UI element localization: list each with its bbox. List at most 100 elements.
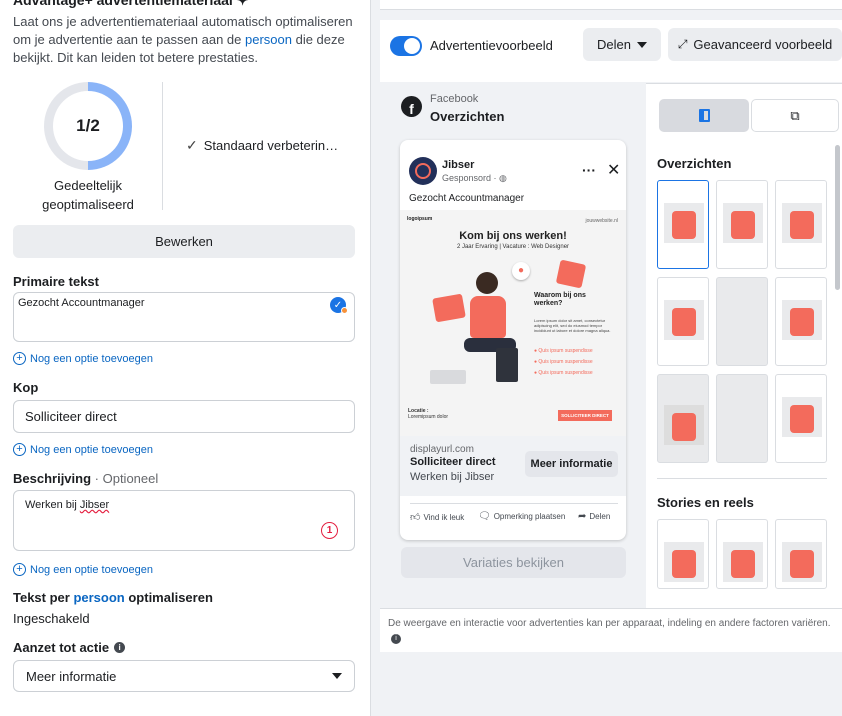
view-variations-button[interactable]: Variaties bekijken [401, 547, 626, 578]
add-primary-text-option[interactable]: + Nog een optie toevoegen [13, 352, 153, 365]
headline-field[interactable]: Solliciteer direct [13, 400, 355, 433]
stories-section-title: Stories en reels [657, 495, 754, 510]
section-title: Advantage+ advertentiemateriaal ✦ [13, 0, 249, 8]
preview-footer: De weergave en interactie voor advertent… [380, 608, 842, 652]
view-toggle-feed[interactable] [659, 99, 749, 132]
add-option-label: Nog een optie toevoegen [30, 563, 153, 576]
description-label: Beschrijving · Optioneel [13, 471, 158, 486]
thumbnail-story-3[interactable] [775, 519, 827, 589]
thumbnail-story-1[interactable] [657, 519, 709, 589]
globe-icon: ◍ [499, 173, 507, 183]
standard-enhancements[interactable]: ✓ Standaard verbeterin… [186, 137, 338, 154]
text-per-person-label-end: optimaliseren [124, 590, 213, 605]
creative-location: Locatie : Loremipsum dolor [408, 408, 448, 420]
top-strip [380, 0, 842, 10]
progress-value: 1/2 [76, 116, 100, 135]
thumbnail-feed-1[interactable] [657, 180, 709, 269]
ad-creative-image[interactable]: logoipsum jouwwebsite.nl Kom bij ons wer… [400, 210, 626, 436]
persoon-link[interactable]: persoon [73, 590, 124, 605]
view-toggle-add[interactable]: ⧉ [751, 99, 839, 132]
description-field[interactable]: Werken bij Jibser 1 [13, 490, 355, 551]
brand-avatar[interactable] [409, 157, 437, 185]
misspelled-word: Jibser [79, 499, 110, 511]
status-dot [341, 307, 348, 314]
comment-label: Opmerking plaatsen [493, 512, 566, 521]
progress-label: Gedeeltelijk geoptimaliseerd [42, 178, 134, 212]
creative-bullet: ● Quis ipsum suspendisse [534, 370, 593, 376]
headline-value: Solliciteer direct [25, 409, 117, 424]
comment-action[interactable]: 🗨︎ Opmerking plaatsen [478, 511, 565, 522]
description-value-text: Werken bij [25, 499, 80, 511]
thumbnail-feed-6[interactable] [775, 277, 827, 366]
thumbnail-feed-8[interactable] [716, 374, 768, 463]
note-shape [555, 259, 587, 289]
learn-more-button[interactable]: Meer informatie [525, 451, 618, 477]
expand-icon: ⤢ [677, 37, 688, 51]
info-icon[interactable]: i [391, 634, 401, 644]
feeds-section-title: Overzichten [657, 156, 732, 171]
plus-icon: + [13, 563, 26, 576]
divider [657, 478, 827, 479]
image-card-shape [432, 293, 466, 323]
thumbnail-feed-3[interactable] [775, 180, 827, 269]
display-url: displayurl.com [410, 444, 474, 455]
edit-button[interactable]: Bewerken [13, 225, 355, 258]
optional-tag: · Optioneel [94, 471, 159, 486]
warning-count-badge[interactable]: 1 [321, 522, 338, 539]
thumbnail-feed-9[interactable] [775, 374, 827, 463]
add-headline-option[interactable]: + Nog een optie toevoegen [13, 443, 153, 456]
thumbnail-feed-5[interactable] [716, 277, 768, 366]
text-per-person-label: Tekst per persoon optimaliseren [13, 590, 213, 605]
share-action[interactable]: ➦ Delen [578, 511, 610, 522]
brand-name[interactable]: Jibser [442, 159, 474, 171]
add-option-label: Nog een optie toevoegen [30, 352, 153, 365]
plus-icon: + [13, 352, 26, 365]
creative-question: Waarom bij ons werken? [534, 292, 586, 307]
close-icon[interactable]: ✕ [607, 160, 620, 180]
creative-bullet-text: Quis ipsum suspendisse [538, 348, 593, 354]
share-label: Delen [589, 512, 611, 521]
like-label: Vind ik leuk [423, 512, 465, 522]
person-shirt [470, 296, 506, 338]
creative-body: Lorem ipsum dolor sit amet, consectetur … [534, 318, 611, 333]
primary-text-field[interactable]: Gezocht Accountmanager ✓ [13, 292, 355, 342]
left-panel: Advantage+ advertentiemateriaal ✦ Laat o… [0, 0, 370, 716]
like-action[interactable]: 👍︎ Vind ik leuk [410, 511, 464, 523]
advanced-preview-button[interactable]: ⤢ Geavanceerd voorbeeld [668, 28, 842, 61]
cta-label-text: Aanzet tot actie [13, 640, 110, 655]
ad-headline: Solliciteer direct [410, 456, 496, 468]
section-description: Laat ons je advertentiemateriaal automat… [13, 13, 358, 67]
creative-cta: SOLLICITEER DIRECT [558, 410, 612, 421]
creative-location-value: Loremipsum dolor [408, 414, 449, 420]
chevron-down-icon [636, 41, 647, 48]
books-shape [430, 370, 466, 384]
thumbnail-feed-7[interactable] [657, 374, 709, 463]
share-icon: ➦ [578, 511, 587, 522]
creative-bullet: ● Quis ipsum suspendisse [534, 348, 593, 354]
text-per-person-status: Ingeschakeld [13, 611, 90, 626]
thumbnail-feed-4[interactable] [657, 277, 709, 366]
cta-select[interactable]: Meer informatie [13, 660, 355, 692]
persoon-link[interactable]: persoon [245, 32, 292, 47]
primary-text-label: Primaire tekst [13, 274, 99, 289]
brand-logo-icon [415, 163, 431, 179]
post-text: Gezocht Accountmanager [409, 193, 525, 204]
divider [410, 503, 618, 504]
sponsored-label: Gesponsord · ◍ [442, 173, 507, 184]
plus-icon: + [13, 443, 26, 456]
divider [162, 82, 163, 210]
more-icon[interactable]: ··· [582, 162, 596, 178]
preview-toggle-label: Advertentievoorbeeld [430, 38, 553, 53]
thumbnails-scrollbar[interactable] [835, 145, 840, 290]
cta-label: Aanzet tot actie i [13, 640, 126, 655]
preview-toggle[interactable] [390, 36, 422, 56]
thumbnail-story-2[interactable] [716, 519, 768, 589]
standard-label: Standaard verbeterin… [203, 138, 339, 153]
thumbnail-feed-2[interactable] [716, 180, 768, 269]
info-icon[interactable]: i [114, 642, 126, 653]
sponsored-text: Gesponsord · [442, 173, 500, 183]
share-button[interactable]: Delen [583, 28, 661, 61]
cta-select-value: Meer informatie [26, 668, 117, 684]
thumbs-up-icon: 👍︎ [410, 512, 421, 523]
add-description-option[interactable]: + Nog een optie toevoegen [13, 563, 153, 576]
